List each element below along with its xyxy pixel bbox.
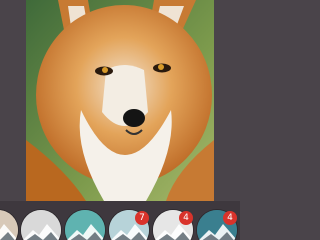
filter-thumbnail[interactable]	[21, 210, 61, 240]
mountain-thumbnail-icon	[65, 210, 105, 240]
photo-preview[interactable]	[26, 0, 214, 201]
notification-badge: 4	[223, 211, 237, 225]
filter-strip	[0, 201, 240, 240]
notification-badge: 7	[135, 211, 149, 225]
filter-thumbnail[interactable]	[65, 210, 105, 240]
fox-photo-icon	[26, 0, 214, 201]
filter-thumbnail[interactable]	[0, 210, 18, 240]
notification-badge: 4	[179, 211, 193, 225]
mountain-thumbnail-icon	[21, 210, 61, 240]
mountain-thumbnail-icon	[0, 210, 18, 240]
